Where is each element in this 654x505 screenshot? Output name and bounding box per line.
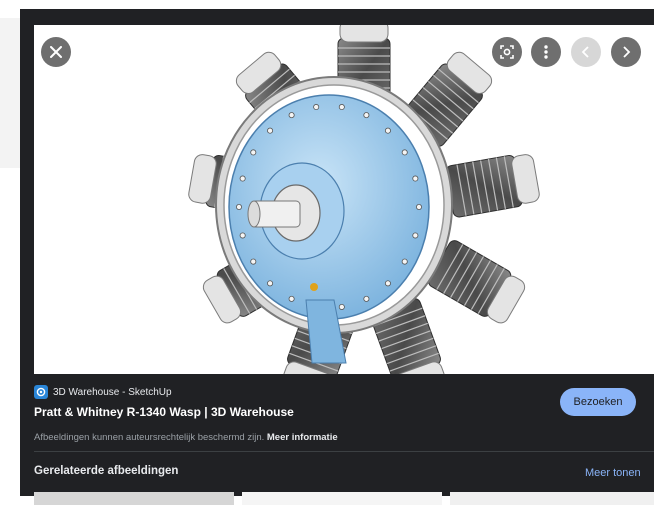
engine-bolt — [412, 175, 419, 182]
divider — [34, 451, 654, 452]
lens-icon — [500, 45, 514, 59]
engine-bolt — [313, 104, 320, 111]
engine-bolt — [412, 232, 419, 239]
engine-bolt — [239, 232, 246, 239]
engine-bolt — [288, 295, 295, 302]
engine-bolt — [250, 149, 257, 156]
engine-bolt — [235, 203, 242, 210]
engine-bolt — [239, 175, 246, 182]
engine-bolt — [267, 280, 274, 287]
engine-bolt — [338, 303, 345, 310]
source-name[interactable]: 3D Warehouse - SketchUp — [53, 387, 172, 398]
engine-bolt — [288, 112, 295, 119]
engine-bolt — [338, 104, 345, 111]
preview-image[interactable] — [34, 25, 654, 374]
visit-button[interactable]: Bezoeken — [560, 388, 636, 416]
related-thumbnail[interactable] — [242, 492, 442, 505]
engine-bolt — [250, 258, 257, 265]
image-viewer-panel: 3D Warehouse - SketchUp Pratt & Whitney … — [20, 9, 654, 505]
related-thumbnail[interactable] — [450, 492, 654, 505]
show-more-link[interactable]: Meer tonen — [585, 467, 641, 479]
copyright-text: Afbeeldingen kunnen auteursrechtelijk be… — [34, 432, 265, 443]
copyright-notice: Afbeeldingen kunnen auteursrechtelijk be… — [34, 432, 338, 443]
engine-bolt — [363, 295, 370, 302]
engine-bolt — [363, 112, 370, 119]
background-page-card — [0, 18, 21, 168]
close-button[interactable] — [41, 37, 71, 67]
3d-warehouse-icon — [34, 385, 48, 399]
engine-bolt — [267, 127, 274, 134]
more-options-button[interactable] — [531, 37, 561, 67]
background-page — [0, 0, 21, 496]
engine-bolt — [384, 127, 391, 134]
previous-button[interactable] — [571, 37, 601, 67]
chevron-right-icon — [623, 46, 631, 58]
related-thumbnail[interactable] — [34, 492, 234, 505]
engine-bolt — [401, 149, 408, 156]
engine-cylinder — [445, 154, 540, 218]
source-row[interactable]: 3D Warehouse - SketchUp — [34, 384, 172, 400]
lens-button[interactable] — [492, 37, 522, 67]
engine-bolt — [384, 280, 391, 287]
engine-image — [188, 25, 540, 374]
more-info-link[interactable]: Meer informatie — [267, 432, 338, 443]
related-heading: Gerelateerde afbeeldingen — [34, 465, 179, 477]
more-vert-icon — [544, 45, 548, 59]
engine-bolt — [415, 203, 422, 210]
next-button[interactable] — [611, 37, 641, 67]
close-icon — [50, 46, 62, 58]
chevron-left-icon — [581, 46, 589, 58]
result-title[interactable]: Pratt & Whitney R-1340 Wasp | 3D Warehou… — [34, 405, 294, 419]
engine-bolt — [401, 258, 408, 265]
